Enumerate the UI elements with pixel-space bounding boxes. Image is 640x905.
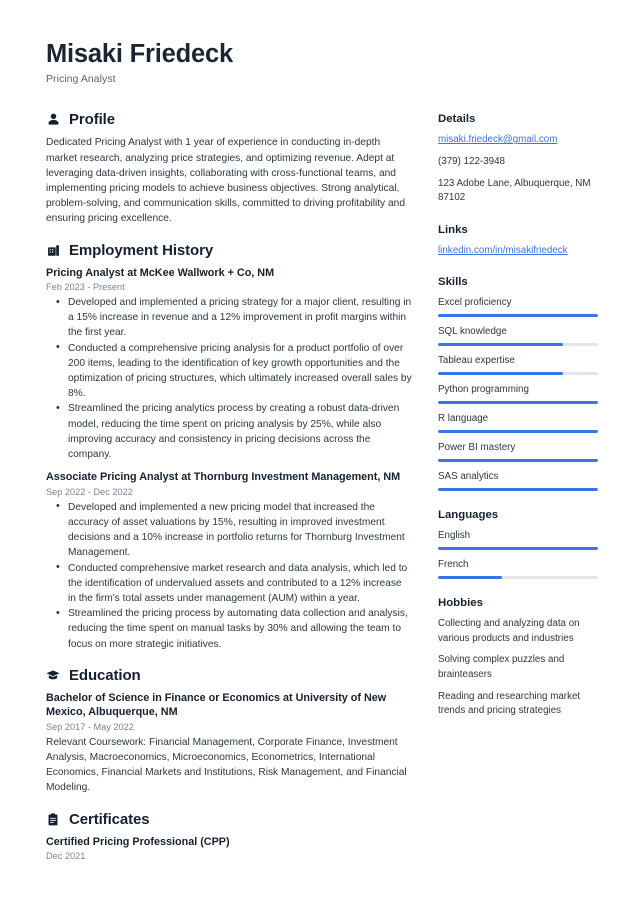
- section-header-education: Education: [46, 667, 412, 684]
- education-entry-date: Sep 2017 - May 2022: [46, 721, 134, 732]
- email-link[interactable]: misaki.friedeck@gmail.com: [438, 133, 598, 148]
- skill-item: R language: [438, 412, 598, 434]
- certificate-entry-title: Certified Pricing Professional (CPP): [46, 835, 230, 848]
- education-entry: Bachelor of Science in Finance or Econom…: [46, 691, 412, 796]
- sidebar-section-languages: Languages English French: [438, 509, 598, 580]
- sidebar-section-hobbies: Hobbies Collecting and analyzing data on…: [438, 597, 598, 719]
- skill-item: Python programming: [438, 383, 598, 405]
- skill-bar-fill: [438, 459, 598, 463]
- resume-page: Misaki Friedeck Pricing Analyst Profile …: [0, 0, 640, 905]
- certificate-icon: [46, 812, 60, 826]
- skill-bar-track: [438, 314, 598, 318]
- education-entry-title: Bachelor of Science in Finance or Econom…: [46, 691, 387, 719]
- language-item: English: [438, 529, 598, 551]
- employment-entry-title: Associate Pricing Analyst at Thornburg I…: [46, 471, 401, 484]
- skill-label: R language: [438, 413, 489, 425]
- section-title-certificates: Certificates: [69, 810, 150, 828]
- sidebar-title-skills: Skills: [438, 276, 468, 289]
- sidebar-column: Details misaki.friedeck@gmail.com (379) …: [438, 111, 598, 737]
- section-title-education: Education: [69, 666, 141, 684]
- section-employment-history: Employment History Pricing Analyst at Mc…: [46, 242, 412, 652]
- skill-bar-track: [438, 488, 598, 492]
- skill-label: SAS analytics: [438, 471, 499, 483]
- section-certificates: Certificates Certified Pricing Professio…: [46, 811, 412, 862]
- employment-entry-date: Sep 2022 - Dec 2022: [46, 486, 133, 497]
- main-column: Profile Dedicated Pricing Analyst with 1…: [46, 111, 412, 876]
- skill-item: Tableau expertise: [438, 354, 598, 376]
- skill-bar-track: [438, 430, 598, 434]
- skill-item: Excel proficiency: [438, 296, 598, 318]
- list-item: Developed and implemented a new pricing …: [52, 499, 412, 561]
- language-bar-track: [438, 576, 598, 580]
- language-label: French: [438, 559, 469, 571]
- skill-label: Excel proficiency: [438, 297, 512, 309]
- sidebar-title-hobbies: Hobbies: [438, 597, 483, 610]
- list-item: Conducted comprehensive market research …: [52, 560, 412, 607]
- section-profile: Profile Dedicated Pricing Analyst with 1…: [46, 111, 412, 226]
- education-entry-body: Relevant Coursework: Financial Managemen…: [46, 736, 407, 794]
- language-bar-fill: [438, 576, 502, 580]
- language-bar-fill: [438, 547, 598, 551]
- skill-bar-fill: [438, 372, 563, 376]
- section-header-employment: Employment History: [46, 242, 412, 259]
- list-item: Developed and implemented a pricing stra…: [52, 295, 412, 341]
- candidate-job-title: Pricing Analyst: [46, 73, 116, 86]
- hobby-item: Collecting and analyzing data on various…: [438, 618, 580, 644]
- list-item: Conducted a comprehensive pricing analys…: [52, 340, 412, 402]
- skill-item: SAS analytics: [438, 470, 598, 492]
- language-item: French: [438, 558, 598, 580]
- sidebar-title-languages: Languages: [438, 509, 499, 522]
- skill-bar-fill: [438, 430, 598, 434]
- skill-label: Python programming: [438, 384, 529, 396]
- sidebar-section-skills: Skills Excel proficiency SQL knowledge T…: [438, 276, 598, 492]
- graduation-cap-icon: [46, 668, 60, 682]
- resume-header: Misaki Friedeck Pricing Analyst: [46, 40, 596, 85]
- candidate-name: Misaki Friedeck: [46, 40, 233, 68]
- phone-text: (379) 122-3948: [438, 155, 505, 167]
- sidebar-section-links: Links linkedin.com/in/misakifriedeck: [438, 224, 598, 259]
- skill-item: Power BI mastery: [438, 441, 598, 463]
- certificate-entry-date: Dec 2021: [46, 851, 86, 862]
- employment-entry: Associate Pricing Analyst at Thornburg I…: [46, 470, 412, 652]
- skill-bar-track: [438, 401, 598, 405]
- skill-bar-fill: [438, 314, 598, 318]
- skill-bar-fill: [438, 343, 563, 347]
- sidebar-title-details: Details: [438, 113, 476, 126]
- skill-label: Power BI mastery: [438, 442, 516, 454]
- employment-entry-title: Pricing Analyst at McKee Wallwork + Co, …: [46, 266, 275, 279]
- skill-bar-track: [438, 459, 598, 463]
- certificate-entry: Certified Pricing Professional (CPP) Dec…: [46, 835, 412, 862]
- skill-bar-fill: [438, 401, 598, 405]
- resume-body: Profile Dedicated Pricing Analyst with 1…: [46, 111, 598, 876]
- skill-label: SQL knowledge: [438, 326, 507, 338]
- hobby-item: Solving complex puzzles and brainteasers: [438, 654, 565, 681]
- person-icon: [46, 113, 60, 127]
- language-label: English: [438, 530, 471, 542]
- linkedin-link[interactable]: linkedin.com/in/misakifriedeck: [438, 244, 598, 259]
- employment-entry-bullets: Developed and implemented a pricing stra…: [52, 295, 412, 462]
- briefcase-icon: [46, 243, 60, 257]
- skill-bar-track: [438, 343, 598, 347]
- hobby-item: Reading and researching market trends an…: [438, 690, 581, 717]
- employment-entry: Pricing Analyst at McKee Wallwork + Co, …: [46, 266, 412, 463]
- employment-entry-date: Feb 2023 - Present: [46, 282, 125, 293]
- section-header-certificates: Certificates: [46, 811, 412, 828]
- sidebar-section-details: Details misaki.friedeck@gmail.com (379) …: [438, 113, 598, 205]
- address-text: 123 Adobe Lane, Albuquerque, NM 87102: [438, 177, 591, 204]
- skill-bar-fill: [438, 488, 598, 492]
- profile-text: Dedicated Pricing Analyst with 1 year of…: [46, 137, 405, 225]
- employment-entry-bullets: Developed and implemented a new pricing …: [52, 499, 412, 652]
- section-education: Education Bachelor of Science in Finance…: [46, 667, 412, 796]
- section-title-employment: Employment History: [69, 241, 214, 259]
- list-item: Streamlined the pricing process by autom…: [52, 606, 412, 652]
- sidebar-title-links: Links: [438, 223, 468, 236]
- language-bar-track: [438, 547, 598, 551]
- list-item: Streamlined the pricing analytics proces…: [52, 401, 412, 462]
- section-header-profile: Profile: [46, 111, 412, 128]
- section-title-profile: Profile: [69, 111, 115, 129]
- skill-bar-track: [438, 372, 598, 376]
- skill-item: SQL knowledge: [438, 325, 598, 347]
- skill-label: Tableau expertise: [438, 355, 515, 367]
